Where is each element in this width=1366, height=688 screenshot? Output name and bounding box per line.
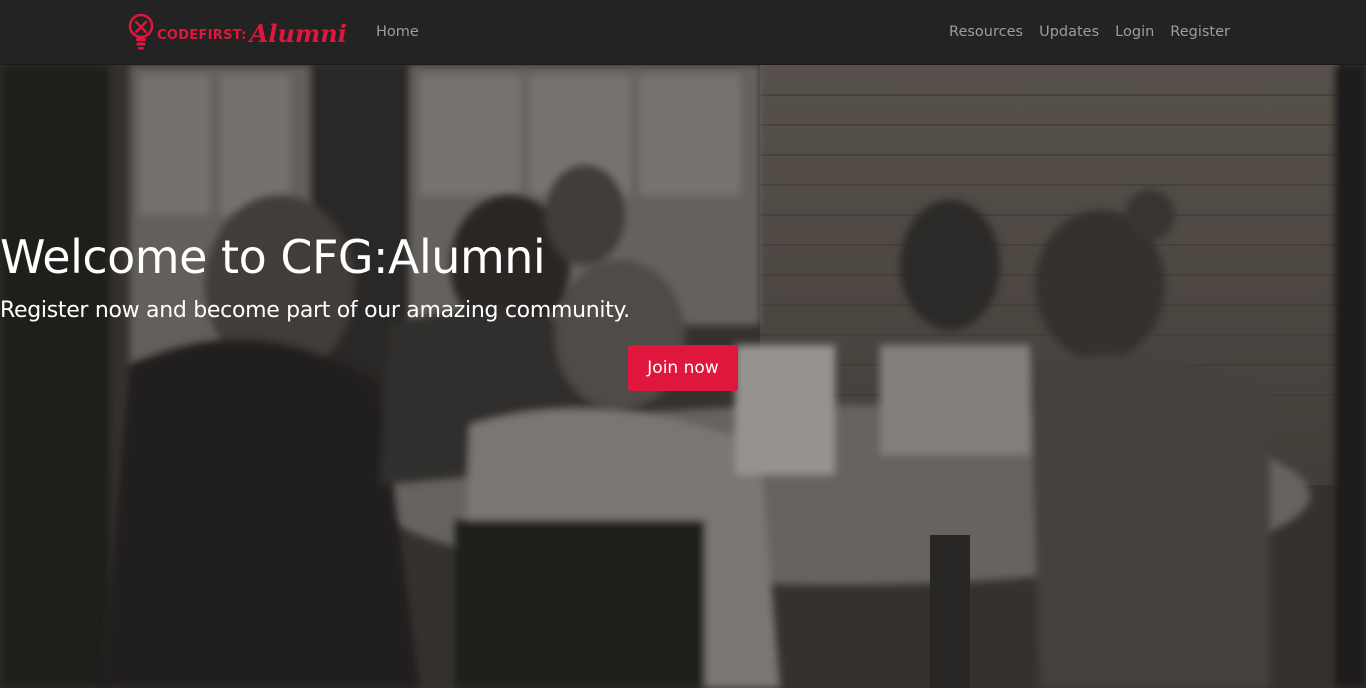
navbar: CODEFIRST: Alumni Home Resources Updates… (0, 0, 1366, 65)
hero-section: Welcome to CFG:Alumni Register now and b… (0, 65, 1366, 688)
nav-link-home[interactable]: Home (376, 22, 419, 42)
brand-logo[interactable]: CODEFIRST: Alumni (128, 12, 347, 52)
nav-link-register[interactable]: Register (1170, 22, 1230, 42)
nav-link-updates[interactable]: Updates (1039, 22, 1099, 42)
nav-link-resources[interactable]: Resources (949, 22, 1023, 42)
nav-link-login[interactable]: Login (1115, 22, 1154, 42)
nav-right-menu: Resources Updates Login Register (949, 22, 1230, 42)
hero-title: Welcome to CFG:Alumni (0, 230, 546, 284)
hero-subtitle: Register now and become part of our amaz… (0, 298, 630, 323)
join-now-button[interactable]: Join now (628, 345, 738, 391)
lightbulb-logo-icon (128, 13, 154, 51)
brand-alumni-text: Alumni (249, 18, 347, 48)
brand-code-text: CODEFIRST: (157, 27, 247, 43)
